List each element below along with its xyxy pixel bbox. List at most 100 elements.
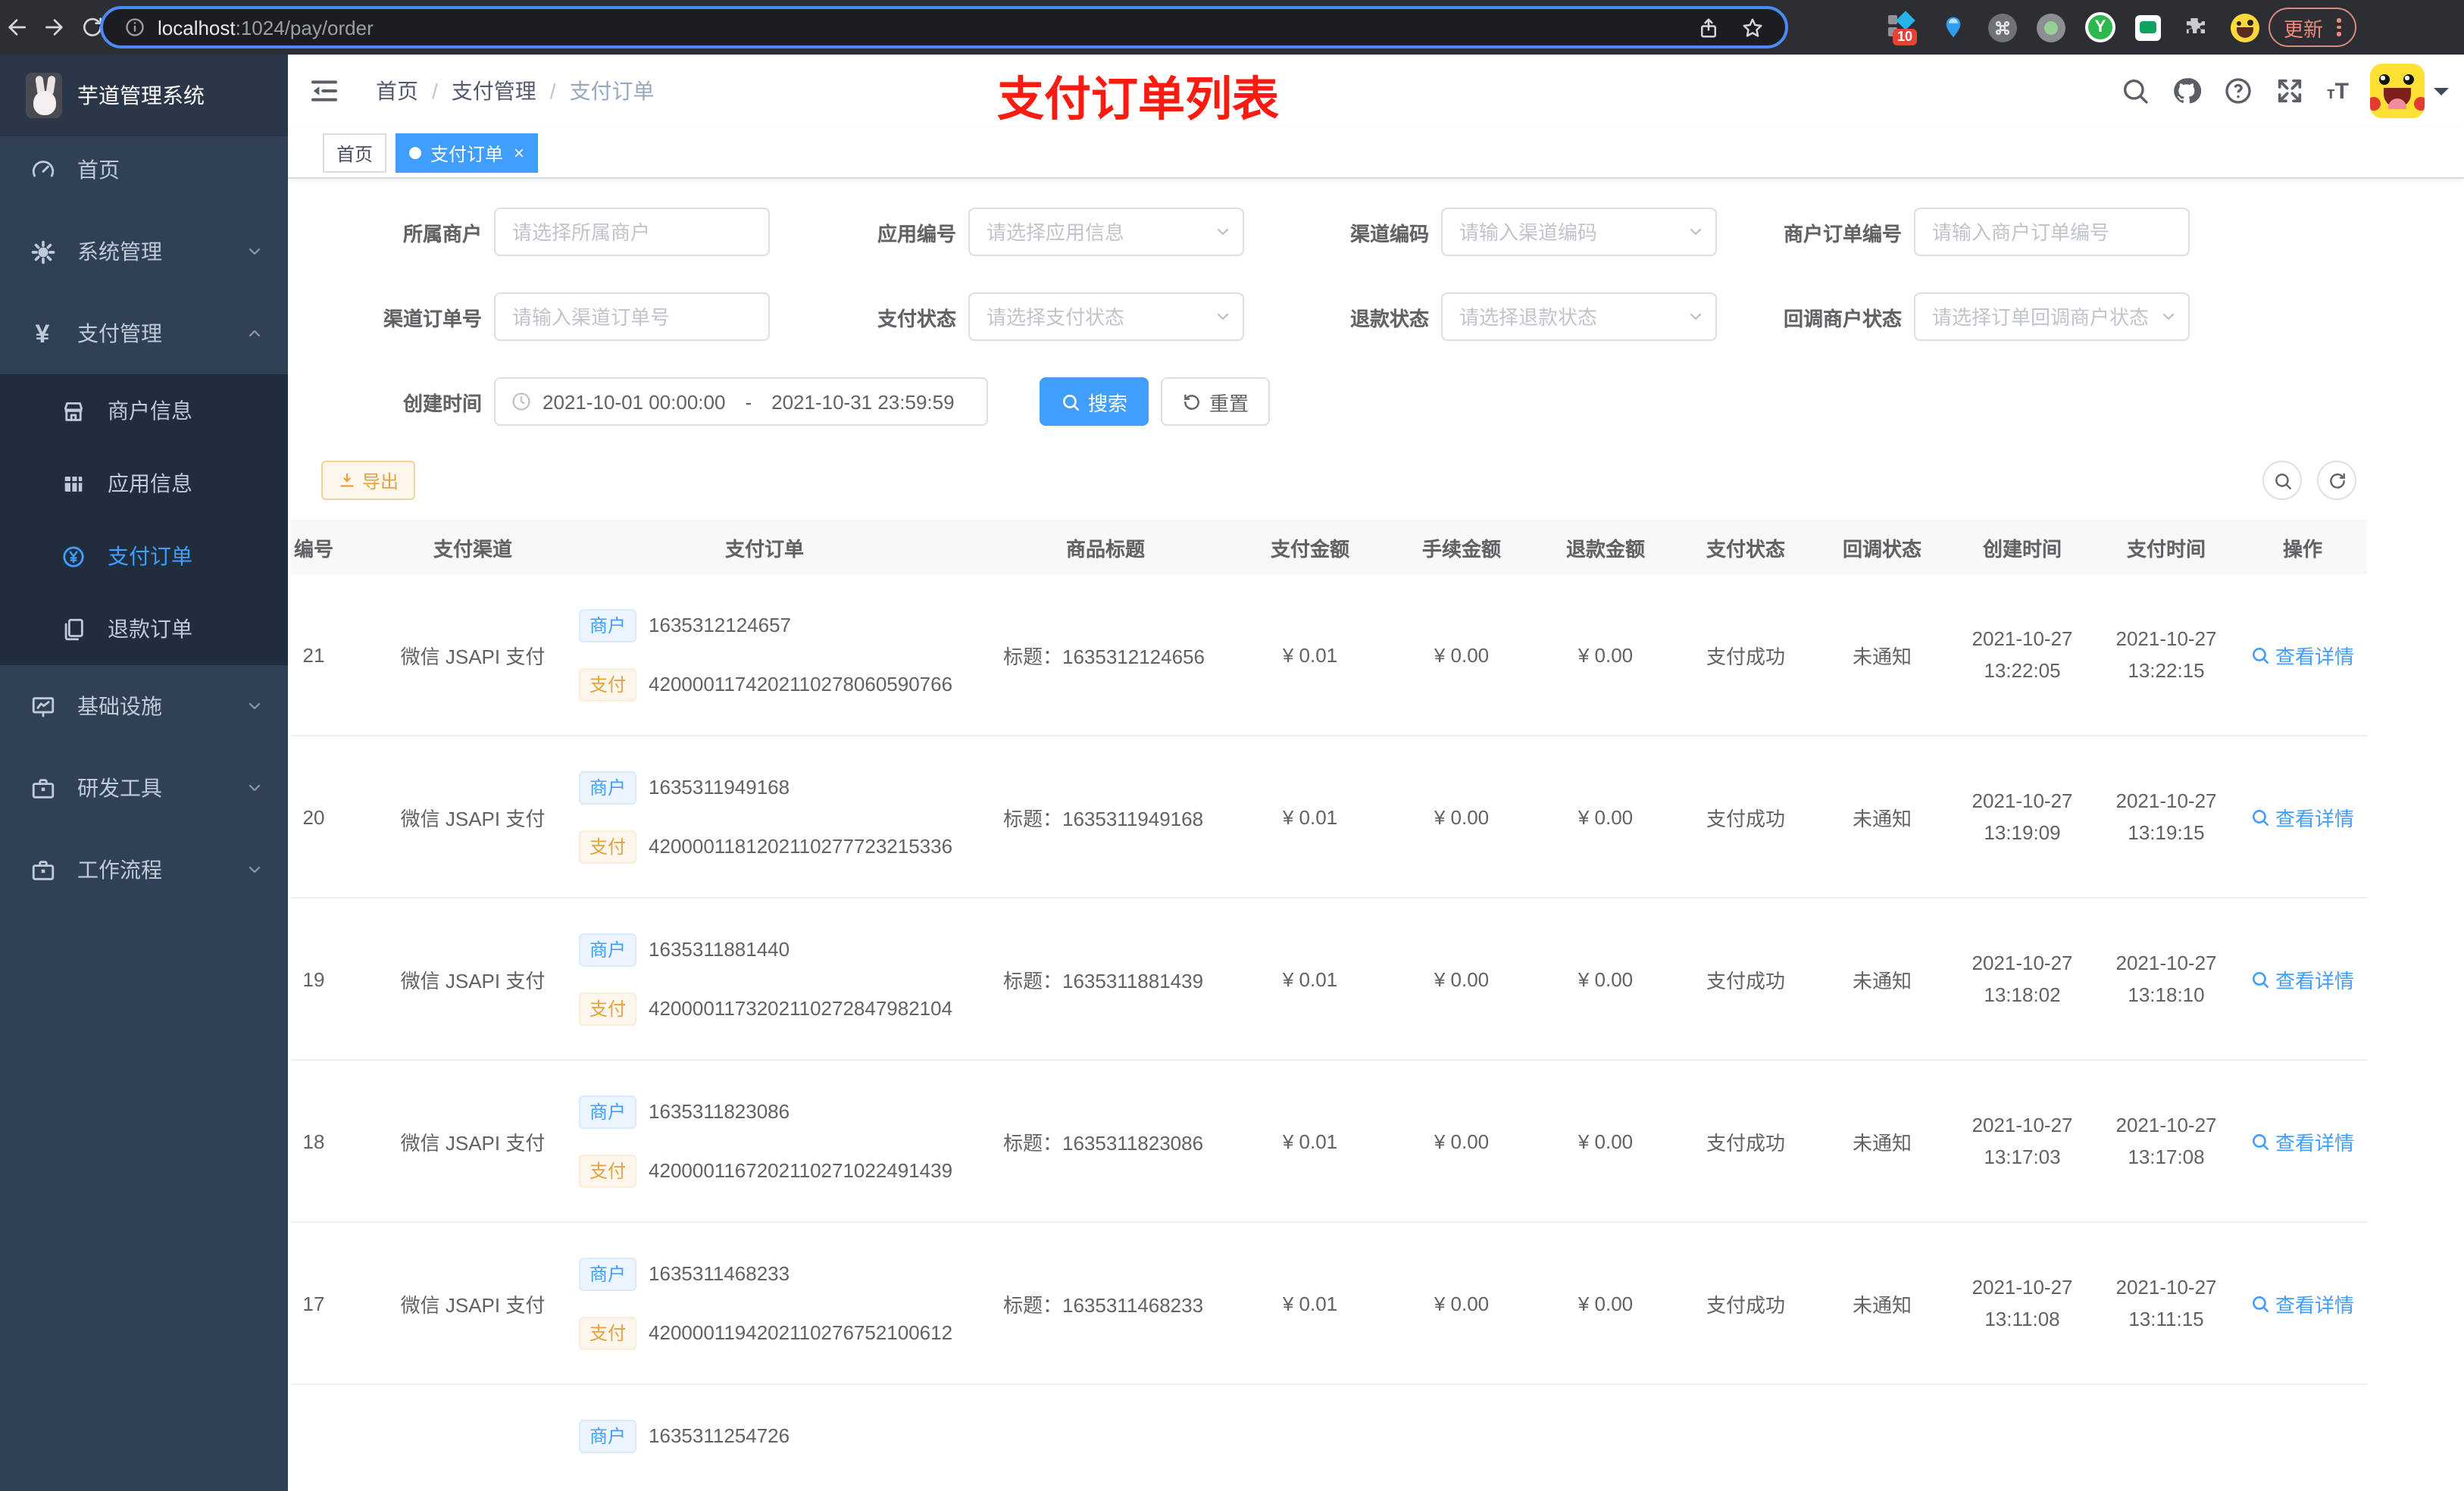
help-icon[interactable] bbox=[2224, 76, 2254, 106]
view-details-link[interactable]: 查看详情 bbox=[2251, 1127, 2354, 1155]
view-details-link[interactable]: 查看详情 bbox=[2251, 964, 2354, 993]
chevron-down-icon bbox=[245, 861, 264, 879]
table-row: 20 微信 JSAPI 支付 商户 1635311949168 支付 4200001… bbox=[291, 736, 2367, 899]
merchant-order-tag: 商户 bbox=[579, 933, 637, 966]
breadcrumb-pay-mgmt[interactable]: 支付管理 bbox=[452, 76, 536, 106]
table-row: 21 微信 JSAPI 支付 商户 1635312124657 支付 4200001… bbox=[291, 574, 2367, 736]
filter-input[interactable] bbox=[1914, 208, 2190, 256]
table-row: 18 微信 JSAPI 支付 商户 1635311823086 支付 4200001… bbox=[291, 1061, 2367, 1223]
sidebar-item-工作流程[interactable]: 工作流程 bbox=[0, 832, 288, 908]
site-info-icon[interactable] bbox=[124, 17, 145, 38]
fullscreen-icon[interactable] bbox=[2275, 76, 2306, 106]
filter-input[interactable] bbox=[968, 208, 1244, 256]
merchant-order-tag: 商户 bbox=[579, 608, 637, 642]
view-details-link[interactable]: 查看详情 bbox=[2251, 1289, 2354, 1318]
app-logo-row[interactable]: 芋道管理系统 bbox=[0, 55, 288, 136]
sidebar-item-基础设施[interactable]: 基础设施 bbox=[0, 668, 288, 744]
tab-home[interactable]: 首页 bbox=[323, 133, 387, 173]
tags-view-bar: 首页 支付订单 × bbox=[288, 127, 2464, 179]
browser-back-icon[interactable] bbox=[5, 15, 29, 39]
chevron-down-icon bbox=[1687, 223, 1705, 241]
extension-emoji-icon[interactable] bbox=[2231, 13, 2259, 42]
sidebar-item-支付管理[interactable]: ¥ 支付管理 bbox=[0, 295, 288, 371]
sidebar-item-系统管理[interactable]: 系统管理 bbox=[0, 214, 288, 289]
date-range-input[interactable]: 2021-10-01 00:00:00 - 2021-10-31 23:59:5… bbox=[494, 377, 988, 426]
bookmark-star-icon[interactable] bbox=[1741, 16, 1764, 39]
filter-input[interactable] bbox=[1914, 292, 2190, 341]
table-header: 编号 支付渠道 支付订单 商品标题 支付金额 手续金额 退款金额 支付状态 回调… bbox=[291, 520, 2367, 574]
sidebar-item-应用信息[interactable]: 应用信息 bbox=[0, 447, 288, 520]
merchant-order-tag: 商户 bbox=[579, 1095, 637, 1128]
browser-update-button[interactable]: 更新 bbox=[2269, 8, 2356, 47]
address-bar[interactable]: localhost:1024/pay/order bbox=[100, 6, 1788, 48]
extension-y-icon[interactable]: Y bbox=[2085, 12, 2115, 42]
filter-input[interactable] bbox=[1441, 208, 1717, 256]
filter-input[interactable] bbox=[494, 208, 770, 256]
breadcrumb-current: 支付订单 bbox=[569, 79, 655, 103]
document-icon bbox=[59, 615, 86, 642]
extension-command-icon[interactable] bbox=[1988, 13, 2017, 42]
briefcase-icon bbox=[29, 856, 56, 883]
sidebar-item-商户信息[interactable]: 商户信息 bbox=[0, 374, 288, 447]
pay-order-tag: 支付 bbox=[579, 830, 637, 863]
tab-pay-order[interactable]: 支付订单 × bbox=[396, 133, 539, 173]
yen-icon: ¥ bbox=[35, 319, 50, 348]
monitor-icon bbox=[29, 692, 56, 720]
view-details-link[interactable]: 查看详情 bbox=[2251, 640, 2354, 669]
table-row: 17 微信 JSAPI 支付 商户 1635311468233 支付 4200001… bbox=[291, 1223, 2367, 1385]
sidebar-fold-icon[interactable] bbox=[309, 76, 339, 106]
header-search-icon[interactable] bbox=[2121, 76, 2151, 106]
github-icon[interactable] bbox=[2172, 76, 2203, 106]
extension-diamond-icon[interactable]: 10 bbox=[1888, 11, 1918, 45]
search-button[interactable]: 搜索 bbox=[1040, 377, 1149, 426]
merchant-order-tag: 商户 bbox=[579, 1257, 637, 1290]
yen-circle-icon bbox=[59, 542, 86, 570]
extension-chat-icon[interactable] bbox=[2135, 14, 2161, 40]
user-avatar[interactable] bbox=[2370, 64, 2425, 118]
filter-item-所属商户: 所属商户 bbox=[297, 208, 770, 256]
table-row: 19 微信 JSAPI 支付 商户 1635311881440 支付 4200001… bbox=[291, 899, 2367, 1061]
pay-order-tag: 支付 bbox=[579, 667, 637, 701]
clock-icon bbox=[511, 391, 532, 412]
merchant-order-tag: 商户 bbox=[579, 771, 637, 804]
table-row: 商户1635311254726 支付 bbox=[291, 1385, 2367, 1491]
breadcrumb-home[interactable]: 首页 bbox=[376, 76, 418, 106]
sidebar-item-研发工具[interactable]: 研发工具 bbox=[0, 750, 288, 826]
reset-button[interactable]: 重置 bbox=[1161, 377, 1271, 426]
chevron-down-icon bbox=[245, 242, 264, 261]
active-tab-dot bbox=[409, 147, 421, 159]
app-header: 首页 / 支付管理 / 支付订单 支付订单列表 bbox=[288, 55, 2464, 127]
sidebar: 芋道管理系统 首页 系统管理 ¥ 支付管理 商户信息 应用信息 支付订单 退款订… bbox=[0, 55, 288, 1491]
export-button[interactable]: 导出 bbox=[321, 461, 416, 500]
filter-item-退款状态: 退款状态 bbox=[1244, 292, 1717, 341]
sidebar-item-退款订单[interactable]: 退款订单 bbox=[0, 592, 288, 665]
sidebar-item-首页[interactable]: 首页 bbox=[0, 132, 288, 208]
extension-balloon-icon[interactable] bbox=[1938, 12, 1968, 42]
gear-icon bbox=[29, 238, 56, 265]
share-icon[interactable] bbox=[1697, 16, 1720, 39]
user-menu-caret-icon[interactable] bbox=[2434, 87, 2449, 102]
shop-icon bbox=[59, 397, 86, 424]
toggle-search-button[interactable] bbox=[2262, 461, 2302, 500]
filter-input[interactable] bbox=[494, 292, 770, 341]
refresh-table-button[interactable] bbox=[2317, 461, 2356, 500]
dashboard-icon bbox=[29, 156, 56, 183]
browser-toolbar: localhost:1024/pay/order 10 Y 更新 bbox=[0, 0, 2464, 55]
browser-forward-icon[interactable] bbox=[42, 15, 67, 39]
app-title: 芋道管理系统 bbox=[77, 83, 205, 108]
pay-order-tag: 支付 bbox=[579, 1154, 637, 1187]
breadcrumb: 首页 / 支付管理 / 支付订单 bbox=[376, 55, 655, 127]
browser-menu-icon[interactable] bbox=[2337, 18, 2341, 36]
sidebar-item-支付订单[interactable]: 支付订单 bbox=[0, 520, 288, 592]
chevron-down-icon bbox=[2159, 308, 2178, 326]
tab-close-icon[interactable]: × bbox=[514, 144, 524, 162]
chevron-down-icon bbox=[1214, 223, 1232, 241]
filter-input[interactable] bbox=[968, 292, 1244, 341]
chevron-down-icon bbox=[1687, 308, 1705, 326]
font-size-icon[interactable] bbox=[2327, 78, 2349, 104]
main-area: 首页 / 支付管理 / 支付订单 支付订单列表 т T 首页 支付订单 × 所属… bbox=[288, 55, 2464, 1491]
extensions-puzzle-icon[interactable] bbox=[2181, 12, 2211, 42]
filter-input[interactable] bbox=[1441, 292, 1717, 341]
view-details-link[interactable]: 查看详情 bbox=[2251, 802, 2354, 831]
extension-record-icon[interactable] bbox=[2037, 13, 2065, 42]
